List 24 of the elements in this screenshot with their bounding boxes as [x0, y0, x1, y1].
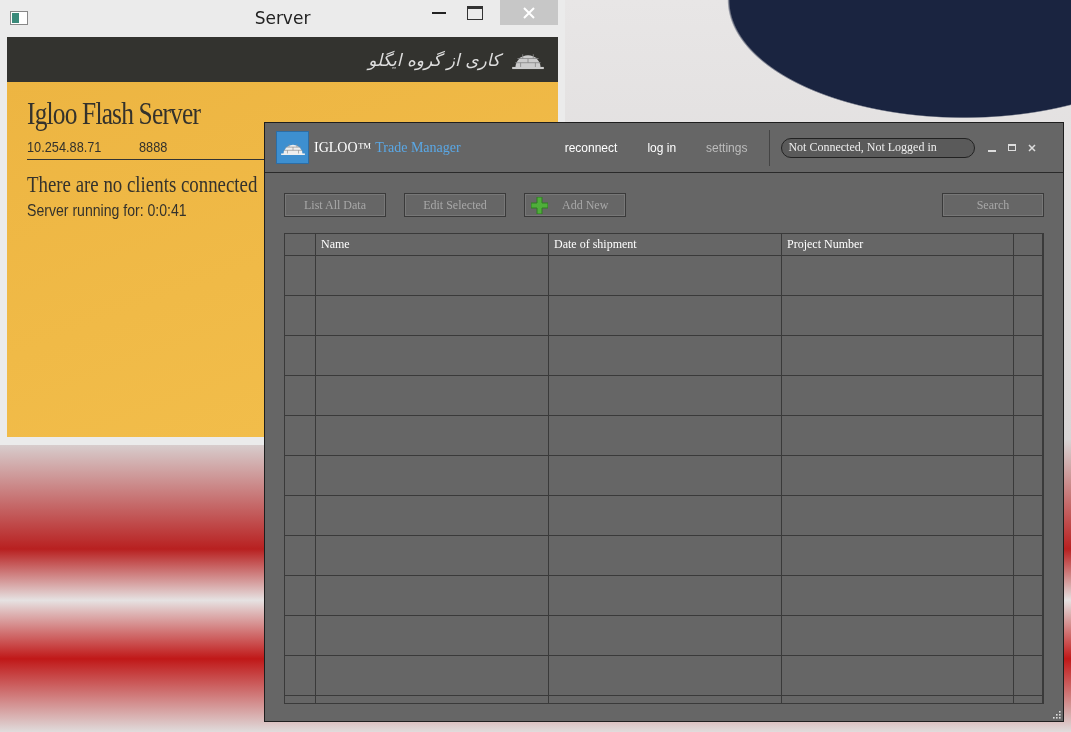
port-number: 8888 [138, 138, 167, 155]
logo-icon [276, 131, 309, 164]
resize-grip-icon[interactable] [1051, 709, 1061, 719]
ip-address: 10.254.88.71 [27, 138, 102, 155]
column-header: Date of shipment [549, 234, 782, 256]
connection-status: Not Connected, Not Logged in [781, 137, 976, 158]
plus-icon [531, 196, 548, 214]
column-header: Project Number [782, 234, 1014, 256]
server-heading: Igloo Flash Server [27, 96, 201, 132]
minimize-icon [432, 11, 446, 14]
nav-link[interactable]: log in [647, 140, 677, 155]
window-title: Server [254, 8, 311, 28]
column-header: Name [316, 234, 549, 256]
brand-name: IGLOO™ [314, 139, 372, 156]
app-icon [10, 11, 28, 25]
clients-message: There are no clients connected [27, 172, 258, 198]
maximize-icon [467, 5, 483, 20]
minimize-icon [988, 149, 997, 152]
close-icon [1028, 143, 1037, 152]
close-icon [523, 6, 535, 19]
nav-link[interactable]: reconnect [564, 140, 618, 155]
app-title: Trade Manager [375, 139, 461, 156]
maximize-icon [1008, 143, 1017, 152]
uptime-text: Server running for: 0:0:41 [27, 202, 187, 220]
